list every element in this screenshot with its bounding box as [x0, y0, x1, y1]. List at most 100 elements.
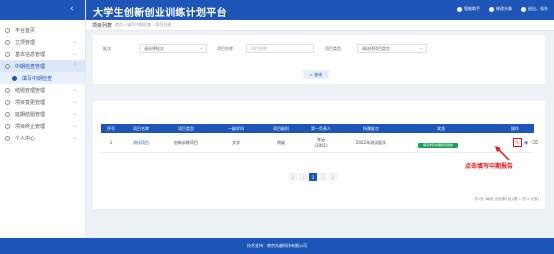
sidebar-item-home[interactable]: 平台首页: [0, 24, 85, 36]
cell-index: 1: [109, 140, 113, 145]
breadcrumb: 项目列表 首页 › 填写中期检查 › 项目列表: [86, 20, 554, 31]
assistant-label: 智能助手: [464, 6, 480, 11]
cell-level: 院级: [277, 140, 285, 145]
robot-icon: [457, 6, 462, 12]
folder-icon: [5, 39, 10, 45]
home-icon: [5, 27, 10, 33]
sidebar-item-project-approval[interactable]: 立项管理 ⌄: [0, 36, 85, 48]
next-page-button[interactable]: ›: [319, 173, 327, 181]
sidebar-item-termination[interactable]: 项目终止管理 ⌄: [0, 120, 85, 132]
sidebar-item-change[interactable]: 项目变更管理 ⌄: [0, 96, 85, 108]
search-icon: ⌕: [309, 72, 313, 77]
cell-leader-id: (1001): [314, 143, 328, 148]
project-type-select[interactable]: 请选择项目类型 ⌄: [357, 44, 427, 53]
avatar-label: 修改头像: [496, 6, 512, 11]
avatar-icon: [489, 6, 494, 12]
project-name-input[interactable]: 项目名称: [246, 44, 314, 53]
pagination: « ‹ 1 › »: [289, 173, 337, 181]
cell-project-name[interactable]: 测试项目: [121, 140, 161, 146]
flag-icon: [5, 87, 10, 93]
col-level: 项目级别: [273, 126, 289, 131]
logout-link[interactable]: 退出，张先: [521, 6, 548, 12]
delete-icon[interactable]: ⌫: [531, 140, 538, 146]
batch-select-value: 请选择批次: [144, 46, 164, 51]
info-icon: [5, 51, 10, 57]
page-title: 项目列表: [92, 22, 113, 29]
avatar-link[interactable]: 修改头像: [489, 6, 512, 12]
sidebar-item-label: 项目变更管理: [15, 99, 46, 106]
filter-panel: 批次 请选择批次 ⌄ 项目名称 项目名称 项目类型 请选择项目类型 ⌄ ⌕ 查询: [93, 35, 545, 84]
user-icon: [5, 135, 10, 141]
footer-text: 技术支持：南京先越科技有限公司: [247, 243, 307, 248]
sidebar-item-midterm[interactable]: 中期检查管理 ⌃: [0, 60, 85, 72]
edit-icon[interactable]: ✎: [515, 140, 519, 146]
table-header: 序号 项目名称 项目类型 一级学科 项目级别 第一负责人 所属批次 状态 操作: [101, 124, 534, 133]
sidebar-item-label: 填写中期检查: [22, 75, 53, 82]
sidebar-item-label: 平台首页: [15, 27, 36, 34]
chevron-left-icon[interactable]: ‹: [70, 4, 74, 14]
col-status: 状态: [437, 126, 445, 131]
chevron-down-icon: ⌄: [72, 111, 77, 117]
sidebar-item-profile[interactable]: 个人中心 ⌄: [0, 132, 85, 144]
sidebar-item-extension[interactable]: 延期结题管理 ⌄: [0, 108, 85, 120]
status-badge: 填写学科中期检查报告: [418, 143, 458, 148]
chevron-down-icon: ⌄: [72, 39, 77, 45]
first-page-button[interactable]: «: [289, 173, 297, 181]
sidebar-item-conclusion[interactable]: 结题管理管理 ⌄: [0, 84, 85, 96]
edit-icon: [12, 75, 17, 81]
annotation-arrow: [495, 146, 510, 161]
batch-label: 批次: [103, 46, 111, 51]
assistant-link[interactable]: 智能助手: [457, 6, 480, 12]
prev-page-button[interactable]: ‹: [299, 173, 307, 181]
last-page-button[interactable]: »: [329, 173, 337, 181]
cell-discipline: 文学: [232, 140, 240, 145]
list-panel: 序号 项目名称 项目类型 一级学科 项目级别 第一负责人 所属批次 状态 操作 …: [93, 101, 545, 209]
col-actions: 操作: [511, 126, 519, 131]
table-row: 1 测试项目 创新训练项目 文学 院级 李云 (1001) 2022年测试批次 …: [101, 133, 538, 153]
chevron-down-icon: ⌄: [72, 135, 77, 141]
view-icon[interactable]: ◉: [524, 140, 528, 146]
app-root: ‹ 平台首页 立项管理 ⌄ 基本信息管理 ⌄ 中期检查管理 ⌃ 填写中期检查 结题管理…: [0, 0, 554, 254]
check-icon: [5, 63, 10, 69]
sidebar-item-label: 个人中心: [15, 135, 36, 142]
batch-select[interactable]: 请选择批次 ⌄: [139, 44, 207, 53]
sidebar-item-fill-midterm[interactable]: 填写中期检查: [0, 72, 85, 84]
col-batch: 所属批次: [363, 126, 379, 131]
col-name: 项目名称: [133, 126, 149, 131]
sidebar-item-label: 项目终止管理: [15, 123, 46, 130]
query-button[interactable]: ⌕ 查询: [303, 70, 329, 79]
sidebar-item-label: 中期检查管理: [15, 63, 46, 70]
swap-icon: [5, 99, 10, 105]
sidebar-item-label: 延期结题管理: [15, 111, 46, 118]
sidebar-item-label: 立项管理: [15, 39, 36, 46]
pagination-info: 共1页 (每页,当前第1页)(第 1 页/1 记录): [474, 197, 539, 201]
project-name-label: 项目名称: [217, 46, 233, 51]
sidebar-item-label: 结题管理管理: [15, 87, 46, 94]
chevron-down-icon: ⌄: [72, 123, 77, 129]
cell-type: 创新训练项目: [174, 140, 198, 145]
breadcrumb-path[interactable]: 首页 › 填写中期检查 › 项目列表: [115, 22, 171, 28]
header-links: 智能助手 修改头像 退出，张先: [457, 6, 548, 12]
footer: 技术支持：南京先越科技有限公司: [0, 238, 554, 254]
logout-icon: [521, 6, 526, 12]
chevron-up-icon: ⌃: [72, 63, 77, 69]
col-discipline: 一级学科: [228, 126, 244, 131]
project-type-select-value: 请选择项目类型: [362, 46, 390, 51]
sidebar-top: ‹: [0, 0, 85, 20]
col-leader: 第一负责人: [311, 126, 331, 131]
col-index: 序号: [107, 126, 115, 131]
sidebar: ‹ 平台首页 立项管理 ⌄ 基本信息管理 ⌄ 中期检查管理 ⌃ 填写中期检查 结题管理…: [0, 0, 86, 238]
page-button-current[interactable]: 1: [309, 173, 317, 181]
stop-icon: [5, 123, 10, 129]
chevron-down-icon: ⌄: [72, 99, 77, 105]
app-title: 大学生创新创业训练计划平台: [93, 8, 227, 19]
chevron-down-icon: ⌄: [72, 87, 77, 93]
chevron-down-icon: ⌄: [198, 45, 203, 51]
annotation-text: 点击填写中期报告: [465, 163, 514, 170]
clock-icon: [5, 111, 10, 117]
project-type-label: 项目类型: [325, 46, 341, 51]
chevron-down-icon: ⌄: [72, 51, 77, 57]
sidebar-item-basic-info[interactable]: 基本信息管理 ⌄: [0, 48, 85, 60]
project-name-placeholder: 项目名称: [251, 46, 267, 51]
top-header: 大学生创新创业训练计划平台 智能助手 修改头像 退出，张先: [86, 0, 554, 20]
